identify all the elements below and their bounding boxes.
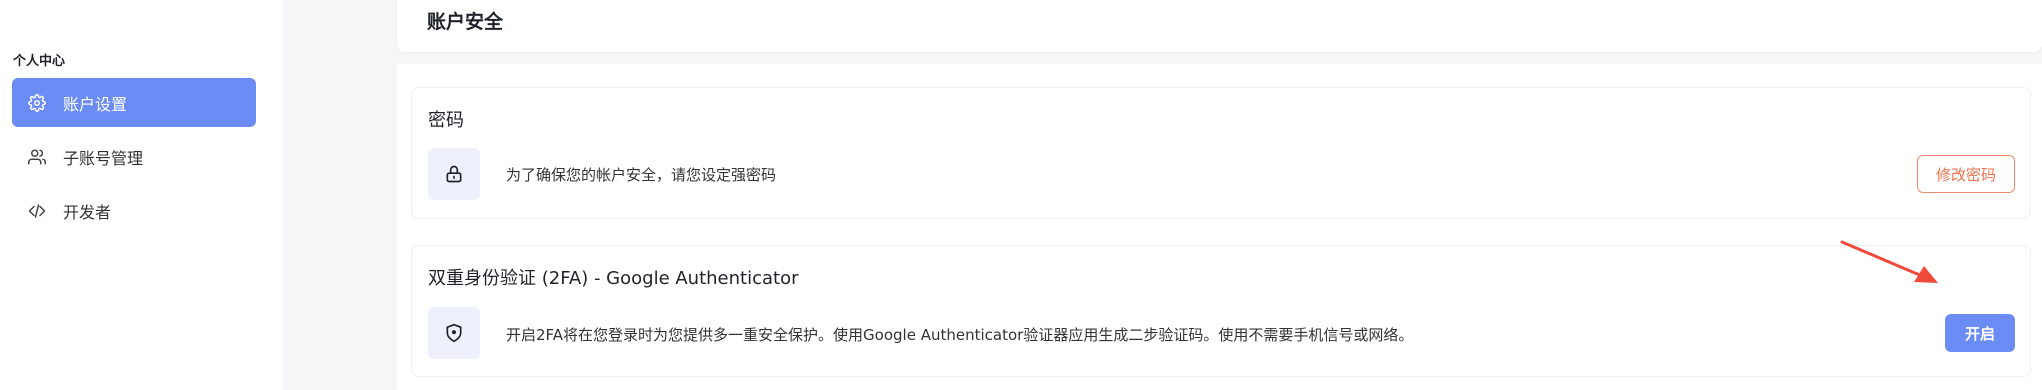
- two-factor-title: 双重身份验证 (2FA) - Google Authenticator: [428, 268, 799, 289]
- sidebar-item-label: 开发者: [63, 202, 112, 222]
- code-icon: [27, 201, 47, 221]
- page-header: 账户安全: [397, 0, 2042, 52]
- gear-icon: [27, 93, 47, 113]
- annotation-arrow-icon: [1840, 240, 1938, 283]
- sidebar-item-developer[interactable]: 开发者: [12, 186, 256, 235]
- sidebar-section-title: 个人中心: [13, 54, 66, 69]
- password-title: 密码: [428, 110, 464, 131]
- content-gutter: [283, 0, 386, 390]
- change-password-button[interactable]: 修改密码: [1917, 155, 2015, 193]
- two-factor-description: 开启2FA将在您登录时为您提供多一重安全保护。使用Google Authenti…: [506, 326, 1414, 344]
- lock-icon: [428, 148, 480, 200]
- password-description: 为了确保您的帐户安全，请您设定强密码: [506, 166, 777, 184]
- users-icon: [27, 147, 47, 167]
- sidebar-item-account-settings[interactable]: 账户设置: [12, 78, 256, 127]
- sidebar-nav: 账户设置 子账号管理 开发者: [12, 78, 256, 240]
- shield-icon: [428, 307, 480, 359]
- security-settings-panel: 密码 为了确保您的帐户安全，请您设定强密码 修改密码 双重身份验证 (2FA) …: [397, 64, 2042, 390]
- enable-2fa-button[interactable]: 开启: [1945, 314, 2015, 352]
- sidebar-item-label: 子账号管理: [63, 148, 144, 168]
- sidebar-item-label: 账户设置: [63, 94, 128, 114]
- page-title: 账户安全: [427, 11, 504, 33]
- password-card: 密码 为了确保您的帐户安全，请您设定强密码 修改密码: [411, 87, 2031, 219]
- sidebar-item-sub-accounts[interactable]: 子账号管理: [12, 132, 256, 181]
- sidebar: 个人中心 账户设置 子账号管理 开发者: [0, 0, 284, 390]
- two-factor-card: 双重身份验证 (2FA) - Google Authenticator 开启2F…: [411, 245, 2031, 377]
